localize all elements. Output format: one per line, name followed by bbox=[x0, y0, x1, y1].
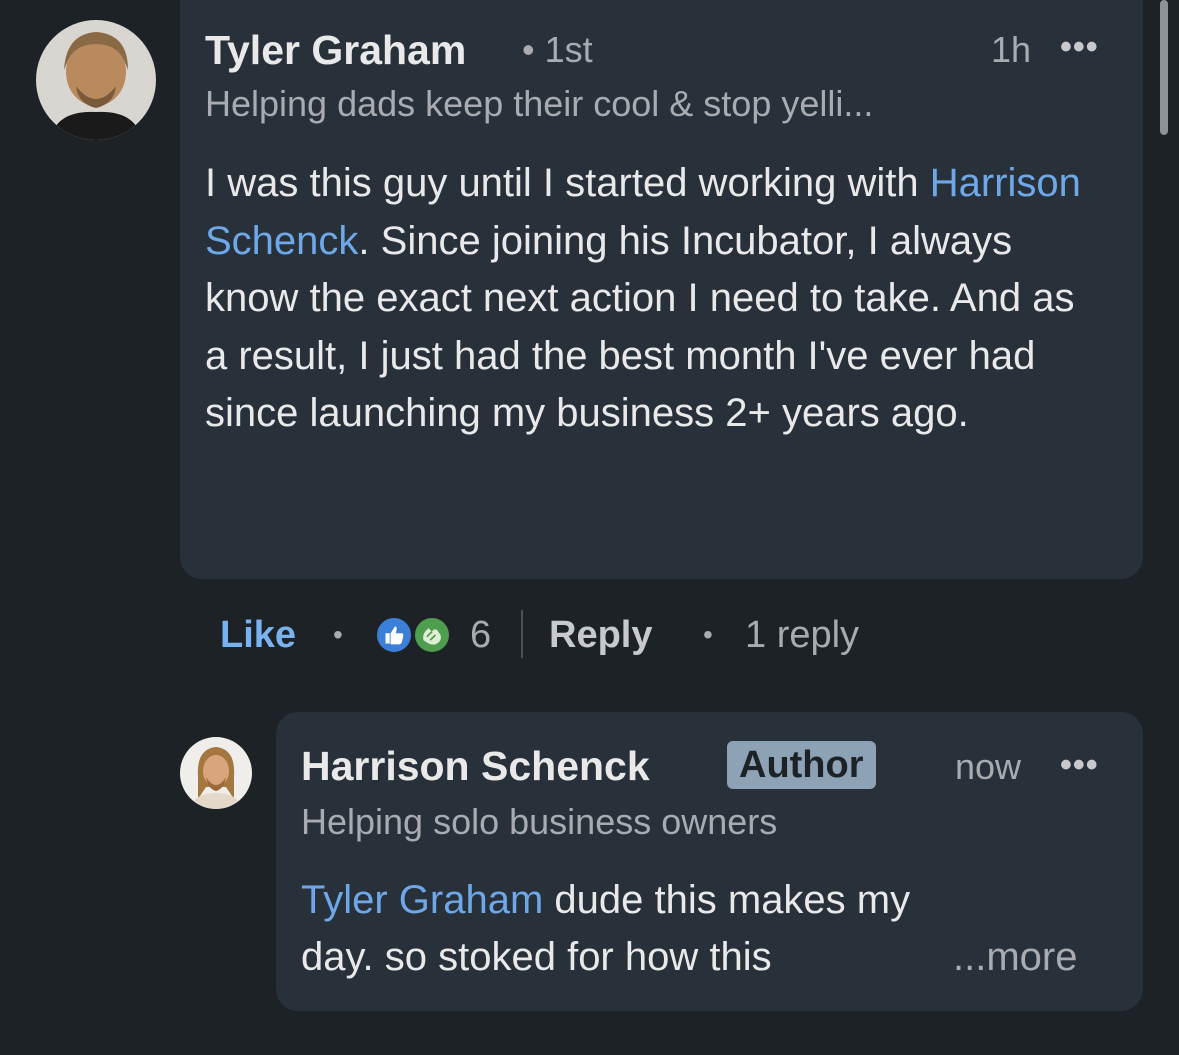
action-separator-dot: • bbox=[703, 619, 713, 650]
reply-body-line2: day. so stoked for how this bbox=[301, 935, 772, 979]
tyler-avatar[interactable] bbox=[36, 20, 156, 140]
comment-body: I was this guy until I started working w… bbox=[205, 155, 1105, 443]
scrollbar[interactable] bbox=[1160, 0, 1168, 135]
comment-text-start: I was this guy until I started working w… bbox=[205, 161, 930, 205]
reply-body-line1: Tyler Graham dude this makes my bbox=[301, 872, 910, 930]
harrison-avatar[interactable] bbox=[180, 737, 252, 809]
like-button[interactable]: Like bbox=[220, 613, 296, 657]
reaction-count[interactable]: 6 bbox=[470, 613, 491, 657]
author-badge: Author bbox=[727, 741, 876, 789]
action-separator-dot: • bbox=[333, 619, 343, 650]
reply-timestamp: now bbox=[955, 746, 1022, 787]
see-more-link[interactable]: ...more bbox=[953, 929, 1077, 987]
like-reaction-icon[interactable] bbox=[374, 615, 414, 655]
replies-count-link[interactable]: 1 reply bbox=[745, 613, 859, 657]
reply-author-name[interactable]: Harrison Schenck bbox=[301, 742, 650, 790]
reply-text: dude this makes my bbox=[543, 878, 911, 922]
reply-author-headline: Helping solo business owners bbox=[301, 801, 778, 842]
more-horizontal-icon[interactable]: ••• bbox=[1060, 30, 1099, 64]
action-divider bbox=[521, 610, 523, 658]
connection-degree: • 1st bbox=[522, 29, 593, 70]
celebrate-reaction-icon[interactable] bbox=[412, 615, 452, 655]
mention-link[interactable]: Tyler Graham bbox=[301, 878, 543, 922]
reply-button[interactable]: Reply bbox=[549, 613, 652, 657]
comment-author-headline: Helping dads keep their cool & stop yell… bbox=[205, 83, 874, 124]
comment-author-name[interactable]: Tyler Graham bbox=[205, 26, 466, 74]
comment-timestamp: 1h bbox=[991, 29, 1032, 70]
more-horizontal-icon[interactable]: ••• bbox=[1060, 748, 1099, 782]
